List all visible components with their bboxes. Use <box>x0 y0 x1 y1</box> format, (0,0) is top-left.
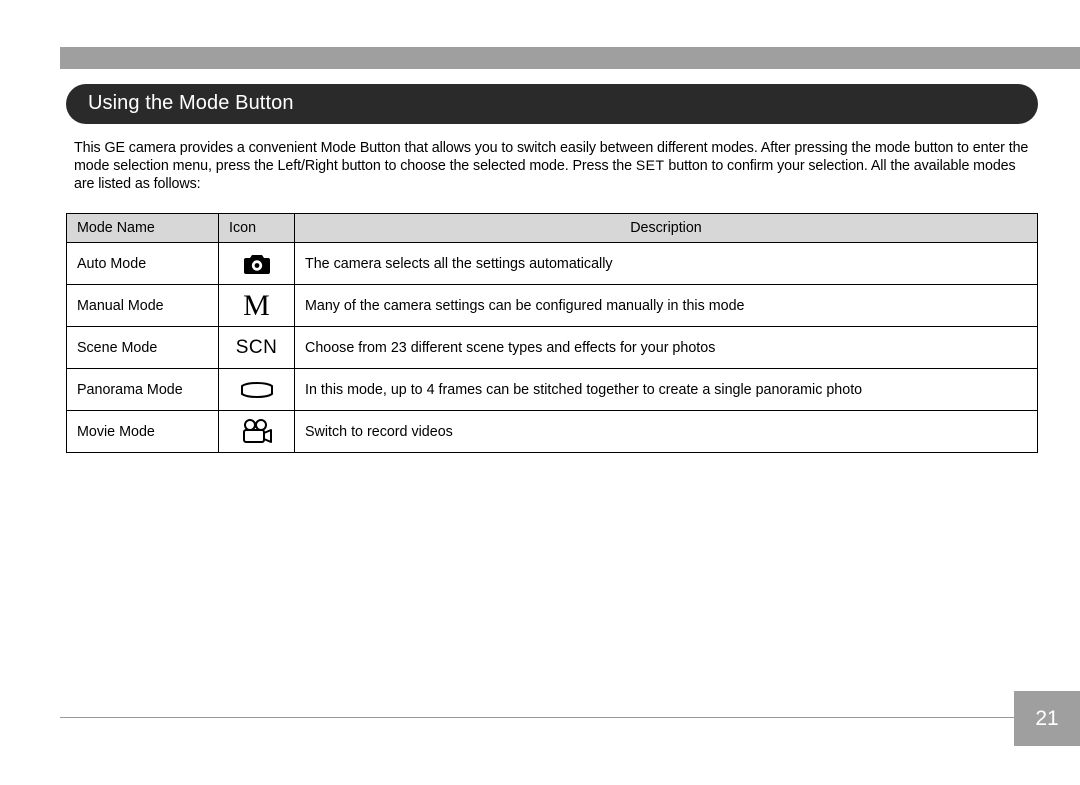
mode-desc-cell: The camera selects all the settings auto… <box>295 243 1038 285</box>
mode-name-cell: Movie Mode <box>67 411 219 453</box>
header-description: Description <box>295 214 1038 243</box>
table-header-row: Mode Name Icon Description <box>67 214 1038 243</box>
header-mode-name: Mode Name <box>67 214 219 243</box>
page-number-tab: 21 <box>1014 691 1080 746</box>
header-icon: Icon <box>219 214 295 243</box>
panorama-icon <box>219 371 294 408</box>
mode-icon-cell: M <box>219 285 295 327</box>
footer-rule <box>60 717 1038 718</box>
mode-icon-cell <box>219 411 295 453</box>
mode-desc-cell: Choose from 23 different scene types and… <box>295 327 1038 369</box>
scn-icon: SCN <box>219 329 294 366</box>
intro-paragraph: This GE camera provides a convenient Mod… <box>66 140 1038 193</box>
mode-name-cell: Auto Mode <box>67 243 219 285</box>
mode-name-cell: Scene Mode <box>67 327 219 369</box>
manual-m-icon: M <box>219 287 294 324</box>
table-row: Movie Mode Switch to record videos <box>67 411 1038 453</box>
mode-icon-cell <box>219 243 295 285</box>
mode-desc-cell: In this mode, up to 4 frames can be stit… <box>295 369 1038 411</box>
mode-name-cell: Panorama Mode <box>67 369 219 411</box>
movie-camera-icon <box>219 413 294 450</box>
page-content: Using the Mode Button This GE camera pro… <box>66 84 1038 453</box>
camera-icon <box>219 245 294 282</box>
mode-desc-cell: Many of the camera settings can be confi… <box>295 285 1038 327</box>
section-heading: Using the Mode Button <box>66 84 1038 124</box>
mode-icon-cell <box>219 369 295 411</box>
modes-table: Mode Name Icon Description Auto Mode <box>66 213 1038 453</box>
table-row: Auto Mode The camera selects all the set… <box>67 243 1038 285</box>
set-button-label: SET <box>636 157 665 173</box>
table-row: Manual Mode M Many of the camera setting… <box>67 285 1038 327</box>
table-row: Scene Mode SCN Choose from 23 different … <box>67 327 1038 369</box>
top-gray-bar <box>60 47 1080 69</box>
mode-desc-cell: Switch to record videos <box>295 411 1038 453</box>
mode-name-cell: Manual Mode <box>67 285 219 327</box>
mode-icon-cell: SCN <box>219 327 295 369</box>
table-row: Panorama Mode In this mode, up to 4 fram… <box>67 369 1038 411</box>
